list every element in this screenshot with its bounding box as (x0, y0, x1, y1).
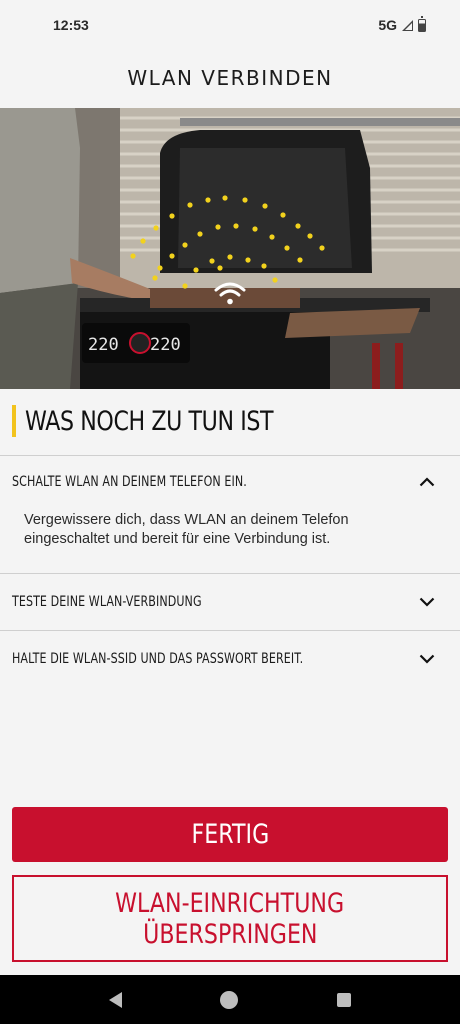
page-title: WLAN VERBINDEN (127, 66, 333, 90)
home-icon[interactable] (220, 990, 239, 1009)
wifi-icon (214, 282, 246, 305)
hero-image: 220 220 (0, 108, 460, 389)
network-type: 5G (378, 17, 397, 33)
recents-icon[interactable] (336, 992, 351, 1007)
checklist-item-title: TESTE DEINE WLAN-VERBINDUNG (12, 594, 202, 610)
chevron-up-icon[interactable] (418, 473, 436, 491)
checklist-accordion: SCHALTE WLAN AN DEINEM TELEFON EIN. Verg… (0, 455, 460, 687)
checklist-item-header[interactable]: SCHALTE WLAN AN DEINEM TELEFON EIN. (0, 456, 460, 508)
back-icon[interactable] (109, 991, 123, 1008)
done-button[interactable]: FERTIG (12, 807, 448, 862)
checklist-item-body: Vergewissere dich, dass WLAN an deinem T… (24, 512, 349, 547)
status-time: 12:53 (53, 17, 89, 33)
section-heading: WAS NOCH ZU TUN IST (12, 404, 328, 438)
checklist-item-enable-wifi: SCHALTE WLAN AN DEINEM TELEFON EIN. Verg… (0, 455, 460, 573)
checklist-item-title: SCHALTE WLAN AN DEINEM TELEFON EIN. (12, 474, 247, 490)
battery-icon (418, 16, 426, 32)
checklist-item-test-wifi: TESTE DEINE WLAN-VERBINDUNG (0, 573, 460, 630)
status-bar: 12:53 5G (0, 0, 460, 50)
checklist-item-header[interactable]: TESTE DEINE WLAN-VERBINDUNG (0, 574, 460, 630)
signal-icon (402, 19, 413, 31)
grill-illustration: 220 220 (0, 108, 460, 389)
checklist-item-header[interactable]: HALTE DIE WLAN-SSID UND DAS PASSWORT BER… (0, 631, 460, 687)
chevron-down-icon[interactable] (418, 593, 436, 611)
section-heading-text: WAS NOCH ZU TUN IST (25, 405, 274, 437)
chevron-down-icon[interactable] (418, 650, 436, 668)
heading-accent-bar (12, 405, 16, 437)
done-button-label: FERTIG (191, 819, 269, 850)
checklist-item-ssid-password: HALTE DIE WLAN-SSID UND DAS PASSWORT BER… (0, 630, 460, 687)
status-icons: 5G (378, 16, 426, 33)
grill-temp-left: 220 (88, 335, 119, 355)
skip-button-label-line2: ÜBERSPRINGEN (142, 918, 318, 950)
skip-button-label-line1: WLAN-EINRICHTUNG (115, 887, 345, 919)
system-nav-bar (0, 975, 460, 1024)
grill-temp-right: 220 (150, 335, 181, 355)
checklist-item-title: HALTE DIE WLAN-SSID UND DAS PASSWORT BER… (12, 651, 304, 667)
skip-wifi-setup-button[interactable]: WLAN-EINRICHTUNG ÜBERSPRINGEN (12, 875, 448, 962)
